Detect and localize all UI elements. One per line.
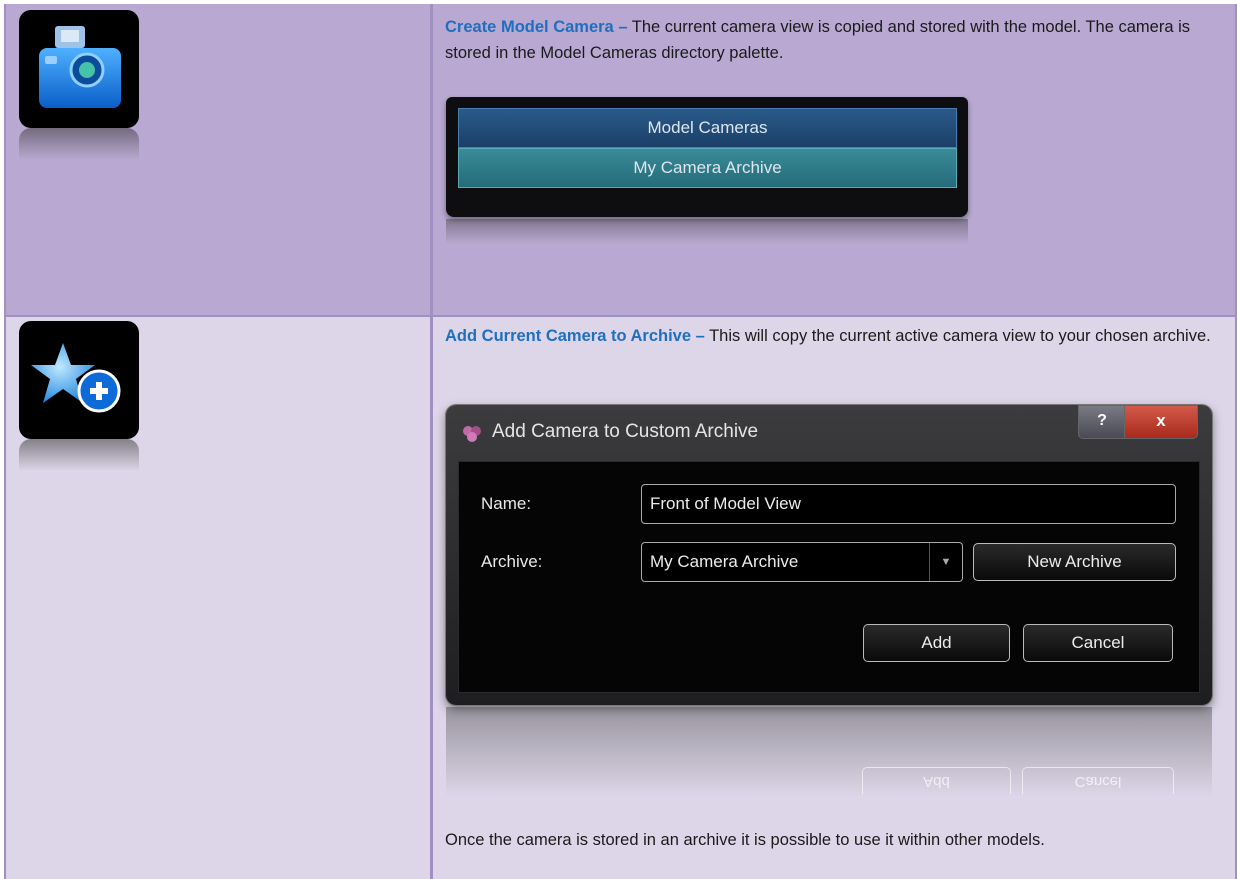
table-row-create-model-camera: Create Model Camera – The current camera… (4, 4, 1237, 317)
app-logo-icon (462, 425, 482, 443)
palette-item-my-camera-archive[interactable]: My Camera Archive (458, 148, 957, 188)
add-button[interactable]: Add (863, 624, 1010, 662)
cancel-button-reflection: Cancel (1022, 767, 1174, 794)
add-button-reflection: Add (862, 767, 1011, 794)
model-cameras-palette: Model Cameras My Camera Archive (446, 97, 968, 217)
footer-paragraph: Once the camera is stored in an archive … (445, 831, 1045, 849)
feature-title: Create Model Camera – (445, 18, 628, 36)
description-cell: Add Current Camera to Archive – This wil… (433, 317, 1237, 879)
name-label: Name: (481, 494, 532, 513)
archive-label: Archive: (481, 552, 543, 571)
help-button[interactable]: ? (1078, 405, 1126, 439)
close-button[interactable]: x (1124, 405, 1198, 439)
add-camera-dialog: Add Camera to Custom Archive ? x Name: F… (446, 405, 1212, 705)
cancel-button[interactable]: Cancel (1023, 624, 1173, 662)
archive-select[interactable]: My Camera Archive ▼ (641, 542, 963, 582)
description-paragraph: Create Model Camera – The current camera… (445, 14, 1225, 66)
dialog-titlebar: Add Camera to Custom Archive ? x (446, 405, 1212, 461)
icon-cell (4, 4, 433, 317)
description-paragraph: Add Current Camera to Archive – This wil… (445, 323, 1225, 349)
new-archive-button[interactable]: New Archive (973, 543, 1176, 581)
feature-description: This will copy the current active camera… (704, 327, 1211, 345)
description-cell: Create Model Camera – The current camera… (433, 4, 1237, 317)
icon-cell (4, 317, 433, 879)
table-left-border (4, 4, 6, 879)
dialog-body: Name: Front of Model View Archive: My Ca… (458, 461, 1200, 693)
palette-item-model-cameras[interactable]: Model Cameras (458, 108, 957, 148)
table-row-add-camera-to-archive: Add Current Camera to Archive – This wil… (4, 317, 1237, 879)
name-field[interactable]: Front of Model View (641, 484, 1176, 524)
star-add-icon (19, 321, 139, 471)
dialog-reflection: Add Cancel (446, 707, 1212, 797)
dialog-title: Add Camera to Custom Archive (492, 421, 759, 442)
document-table: Create Model Camera – The current camera… (4, 4, 1237, 879)
archive-select-value: My Camera Archive (650, 552, 799, 571)
chevron-down-icon[interactable]: ▼ (929, 543, 962, 581)
palette-reflection (446, 219, 968, 244)
camera-icon (19, 10, 139, 160)
feature-title: Add Current Camera to Archive – (445, 327, 705, 345)
